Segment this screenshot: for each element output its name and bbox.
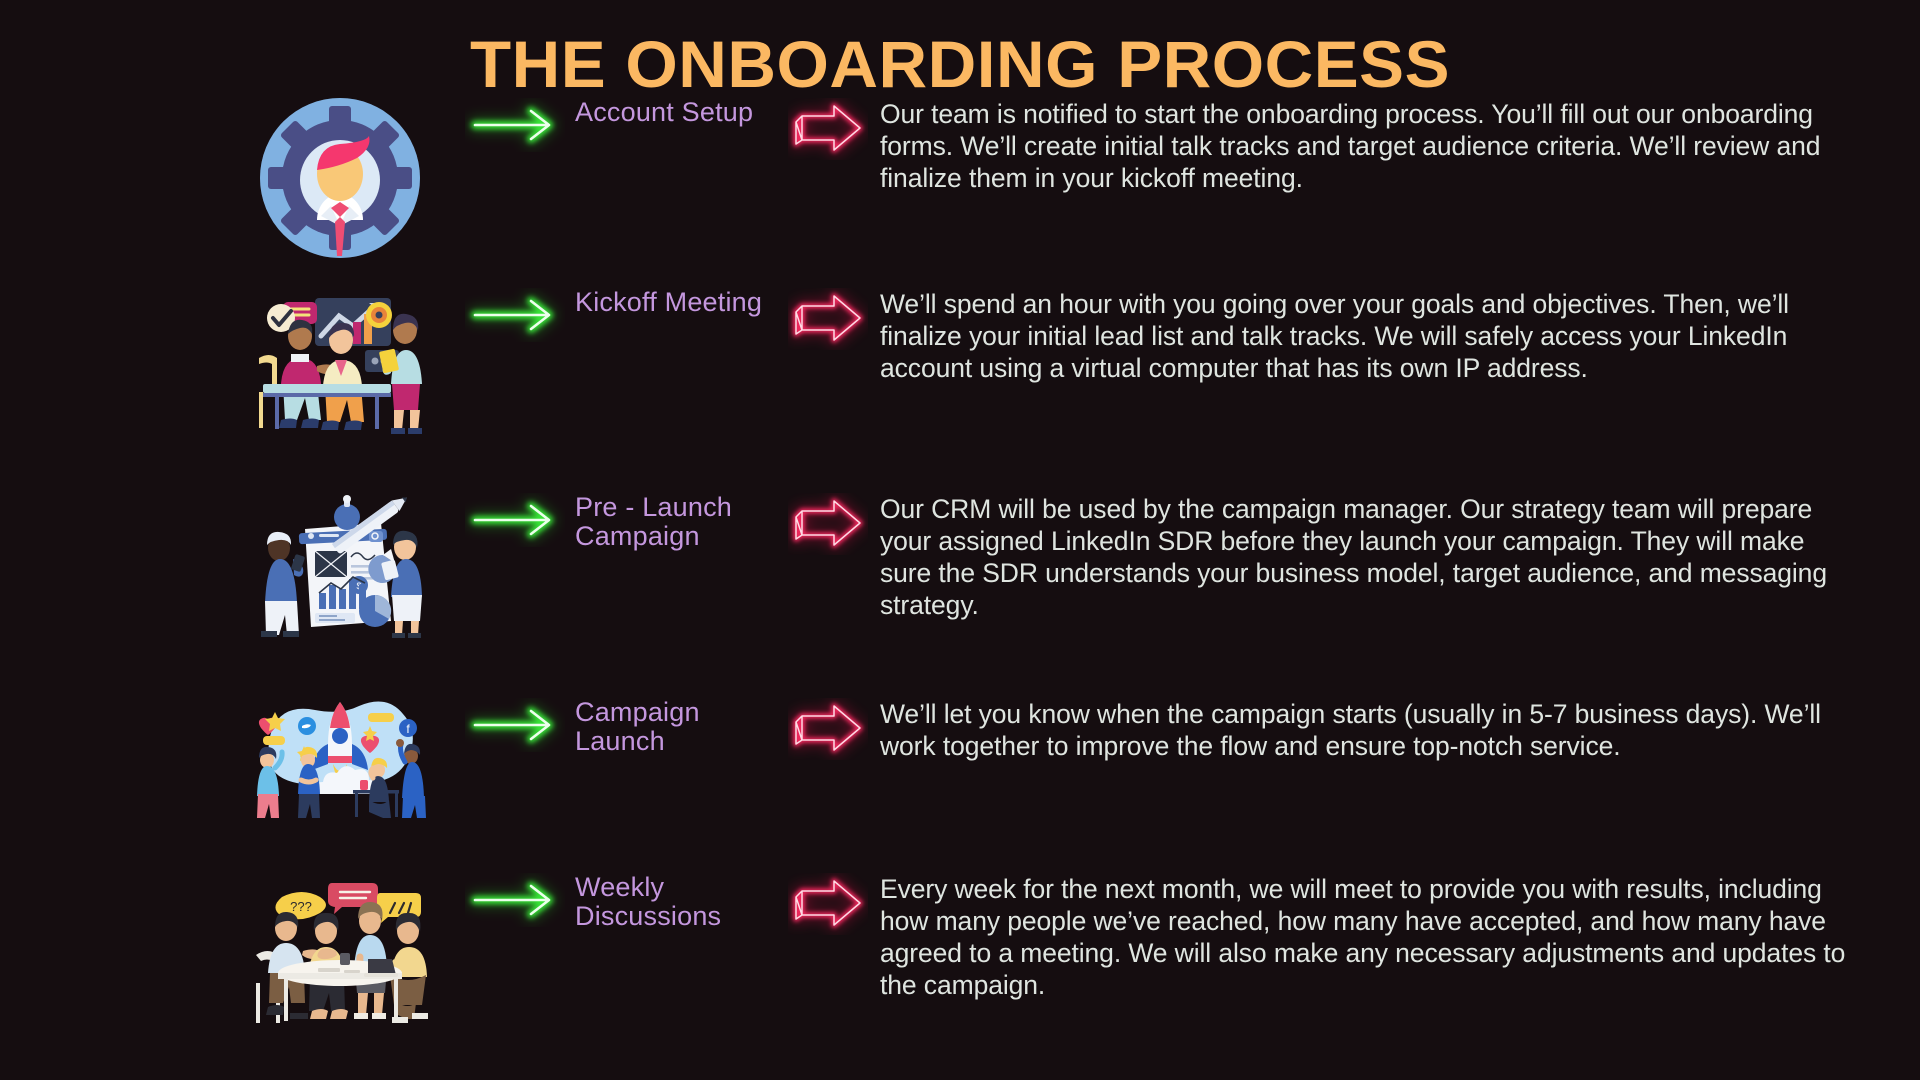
infographic-page: THE ONBOARDING PROCESS Account Setup Our… xyxy=(0,0,1920,1080)
green-arrow-cell xyxy=(455,698,575,752)
pink-arrow-cell xyxy=(775,288,880,350)
green-arrow-cell xyxy=(455,873,575,927)
pre-launch-campaign-planning-illustration: $ xyxy=(260,495,422,638)
green-neon-arrow-icon xyxy=(468,499,556,541)
step-label-cell: Kickoff Meeting xyxy=(575,287,775,317)
pink-arrow-cell xyxy=(775,493,880,555)
campaign-launch-rocket-illustration: f xyxy=(257,701,426,818)
step-label: Pre - Launch Campaign xyxy=(575,492,732,552)
step-illustration-cell: $ xyxy=(225,493,455,638)
step-illustration-cell xyxy=(225,98,455,258)
step-label-cell: Campaign Launch xyxy=(575,697,775,757)
step-illustration-cell: f xyxy=(225,698,455,818)
process-step-row: ??? Weekly Discussions Every week for th… xyxy=(0,872,1920,1063)
green-arrow-cell xyxy=(455,288,575,342)
step-label-cell: Account Setup xyxy=(575,97,775,127)
step-body-text: Our team is notified to start the onboar… xyxy=(880,99,1821,194)
process-step-row: $ xyxy=(0,492,1920,698)
green-neon-arrow-icon xyxy=(468,294,556,336)
svg-text:???: ??? xyxy=(290,899,312,914)
step-body-text: We’ll spend an hour with you going over … xyxy=(880,289,1789,384)
green-neon-arrow-icon xyxy=(468,104,556,146)
process-step-row: Kickoff Meeting We’ll spend an hour with… xyxy=(0,287,1920,493)
process-steps-list: Account Setup Our team is notified to st… xyxy=(0,97,1920,1063)
pink-neon-block-arrow-icon xyxy=(790,496,865,550)
step-body-cell: We’ll let you know when the campaign sta… xyxy=(880,698,1920,762)
step-label: Kickoff Meeting xyxy=(575,287,763,317)
process-step-row: f Campaign Launch We’ll let you know whe… xyxy=(0,697,1920,873)
step-body-cell: Every week for the next month, we will m… xyxy=(880,873,1920,1001)
kickoff-meeting-team-illustration xyxy=(258,298,422,434)
green-neon-arrow-icon xyxy=(468,879,556,921)
step-body-cell: We’ll spend an hour with you going over … xyxy=(880,288,1920,384)
green-arrow-cell xyxy=(455,98,575,152)
step-label-cell: Weekly Discussions xyxy=(575,872,775,932)
page-title: THE ONBOARDING PROCESS xyxy=(470,27,1450,101)
step-label-cell: Pre - Launch Campaign xyxy=(575,492,775,552)
pink-neon-block-arrow-icon xyxy=(790,876,865,930)
step-body-text: Every week for the next month, we will m… xyxy=(880,874,1846,1001)
step-label: Campaign Launch xyxy=(575,697,700,757)
pink-arrow-cell xyxy=(775,98,880,160)
step-label: Account Setup xyxy=(575,97,754,127)
account-setup-gear-avatar-illustration xyxy=(260,98,420,258)
green-arrow-cell xyxy=(455,493,575,547)
step-body-text: We’ll let you know when the campaign sta… xyxy=(880,699,1821,762)
step-label: Weekly Discussions xyxy=(575,872,722,932)
green-neon-arrow-icon xyxy=(468,704,556,746)
step-body-text: Our CRM will be used by the campaign man… xyxy=(880,494,1827,621)
step-illustration-cell xyxy=(225,288,455,438)
pink-neon-block-arrow-icon xyxy=(790,101,865,155)
step-body-cell: Our team is notified to start the onboar… xyxy=(880,98,1920,194)
pink-arrow-cell xyxy=(775,873,880,935)
step-body-cell: Our CRM will be used by the campaign man… xyxy=(880,493,1920,621)
pink-neon-block-arrow-icon xyxy=(790,701,865,755)
pink-arrow-cell xyxy=(775,698,880,760)
pink-neon-block-arrow-icon xyxy=(790,291,865,345)
process-step-row: Account Setup Our team is notified to st… xyxy=(0,97,1920,288)
step-illustration-cell: ??? xyxy=(225,873,455,1028)
weekly-discussions-roundtable-illustration: ??? xyxy=(255,883,428,1023)
